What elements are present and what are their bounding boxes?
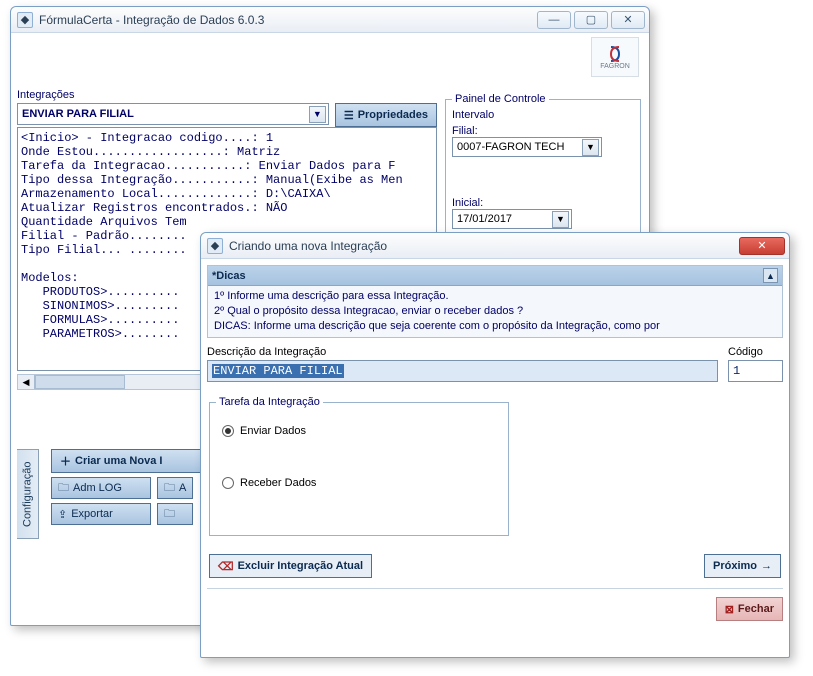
modal-title: Criando uma nova Integração bbox=[229, 239, 739, 253]
radio-enviar[interactable]: Enviar Dados bbox=[222, 422, 496, 440]
a-label: A bbox=[179, 482, 186, 494]
inicial-label: Inicial: bbox=[452, 197, 634, 209]
fechar-label: Fechar bbox=[738, 603, 774, 615]
inicial-date-select[interactable]: 17/01/2017 ▼ bbox=[452, 209, 572, 229]
propriedades-button[interactable]: ☰ Propriedades bbox=[335, 103, 437, 127]
app-icon: ◆ bbox=[17, 12, 33, 28]
chevron-down-icon: ▼ bbox=[552, 211, 569, 228]
app-icon: ◆ bbox=[207, 238, 223, 254]
integracao-select-value: ENVIAR PARA FILIAL bbox=[22, 108, 134, 120]
brand-logo: FAGRON bbox=[591, 37, 639, 77]
plus-icon: ＋ bbox=[60, 453, 71, 469]
maximize-button[interactable]: ▢ bbox=[574, 11, 608, 29]
secondary-button[interactable]: 🗀 bbox=[157, 503, 193, 525]
scroll-left-icon[interactable]: ◀ bbox=[18, 375, 35, 389]
descricao-value: ENVIAR PARA FILIAL bbox=[212, 364, 344, 378]
integracoes-label: Integrações bbox=[17, 89, 437, 101]
modal-close-button[interactable]: ✕ bbox=[739, 237, 785, 255]
filial-select[interactable]: 0007-FAGRON TECH ▼ bbox=[452, 137, 602, 157]
tip-line-2: 2º Qual o propósito dessa Integracao, en… bbox=[214, 304, 776, 319]
excluir-label: Excluir Integração Atual bbox=[238, 560, 364, 572]
adm-log-button[interactable]: 🗀 Adm LOG bbox=[51, 477, 151, 499]
excluir-button[interactable]: ⌫ Excluir Integração Atual bbox=[209, 554, 372, 578]
proximo-label: Próximo bbox=[713, 560, 757, 572]
logo-swirl-icon bbox=[605, 45, 625, 63]
filial-value: 0007-FAGRON TECH bbox=[457, 141, 564, 153]
chevron-down-icon: ▼ bbox=[309, 106, 326, 123]
criar-label: Criar uma Nova I bbox=[75, 455, 162, 467]
criar-nova-button[interactable]: ＋ Criar uma Nova I bbox=[51, 449, 211, 473]
codigo-label: Código bbox=[728, 346, 783, 358]
tip-line-3: DICAS: Informe uma descrição que seja co… bbox=[214, 319, 776, 334]
modal-window: ◆ Criando uma nova Integração ✕ *Dicas ▲… bbox=[200, 232, 790, 658]
main-title: FórmulaCerta - Integração de Dados 6.0.3 bbox=[39, 13, 537, 27]
admlog-label: Adm LOG bbox=[73, 482, 122, 494]
radio-receber[interactable]: Receber Dados bbox=[222, 474, 496, 492]
main-titlebar: ◆ FórmulaCerta - Integração de Dados 6.0… bbox=[11, 7, 649, 33]
scroll-thumb[interactable] bbox=[35, 375, 125, 389]
descricao-input[interactable]: ENVIAR PARA FILIAL bbox=[207, 360, 718, 382]
folder-icon: 🗀 bbox=[58, 479, 69, 498]
filial-label: Filial: bbox=[452, 125, 634, 137]
tarefa-group: Tarefa da Integração Enviar Dados Recebe… bbox=[209, 396, 509, 536]
exportar-label: Exportar bbox=[71, 508, 113, 520]
tips-panel: *Dicas ▲ 1º Informe uma descrição para e… bbox=[207, 265, 783, 338]
codigo-input[interactable]: 1 bbox=[728, 360, 783, 382]
configuracao-tab-label: Configuração bbox=[22, 461, 34, 526]
codigo-value: 1 bbox=[733, 364, 740, 378]
tips-header: *Dicas bbox=[212, 270, 246, 282]
descricao-label: Descrição da Integração bbox=[207, 346, 718, 358]
minimize-button[interactable]: — bbox=[537, 11, 571, 29]
configuracao-tab[interactable]: Configuração bbox=[17, 449, 39, 539]
radio-on-icon bbox=[222, 425, 234, 437]
tip-line-1: 1º Informe uma descrição para essa Integ… bbox=[214, 289, 776, 304]
radio-receber-label: Receber Dados bbox=[240, 477, 316, 489]
a-button[interactable]: 🗀 A bbox=[157, 477, 193, 499]
export-icon: ⇪ bbox=[58, 508, 67, 521]
trash-icon: ⌫ bbox=[218, 560, 234, 573]
arrow-right-icon: → bbox=[761, 560, 772, 572]
painel-controle-group: Painel de Controle Intervalo Filial: 000… bbox=[445, 93, 641, 236]
hamburger-icon: ☰ bbox=[344, 109, 354, 122]
close-button[interactable]: ✕ bbox=[611, 11, 645, 29]
folder-icon: 🗀 bbox=[164, 479, 175, 498]
exportar-button[interactable]: ⇪ Exportar bbox=[51, 503, 151, 525]
close-icon: ⊠ bbox=[725, 603, 734, 616]
logo-text: FAGRON bbox=[600, 63, 630, 70]
modal-titlebar: ◆ Criando uma nova Integração ✕ bbox=[201, 233, 789, 259]
chevron-down-icon: ▼ bbox=[582, 139, 599, 156]
inicial-value: 17/01/2017 bbox=[457, 213, 512, 225]
tarefa-legend: Tarefa da Integração bbox=[216, 396, 323, 408]
scroll-up-icon[interactable]: ▲ bbox=[763, 268, 778, 283]
intervalo-label: Intervalo bbox=[452, 109, 634, 121]
propriedades-label: Propriedades bbox=[358, 109, 428, 121]
proximo-button[interactable]: Próximo → bbox=[704, 554, 781, 578]
folder-icon: 🗀 bbox=[164, 505, 175, 524]
integracao-select[interactable]: ENVIAR PARA FILIAL ▼ bbox=[17, 103, 329, 125]
radio-enviar-label: Enviar Dados bbox=[240, 425, 306, 437]
fechar-button[interactable]: ⊠ Fechar bbox=[716, 597, 783, 621]
radio-off-icon bbox=[222, 477, 234, 489]
painel-legend: Painel de Controle bbox=[452, 93, 549, 105]
